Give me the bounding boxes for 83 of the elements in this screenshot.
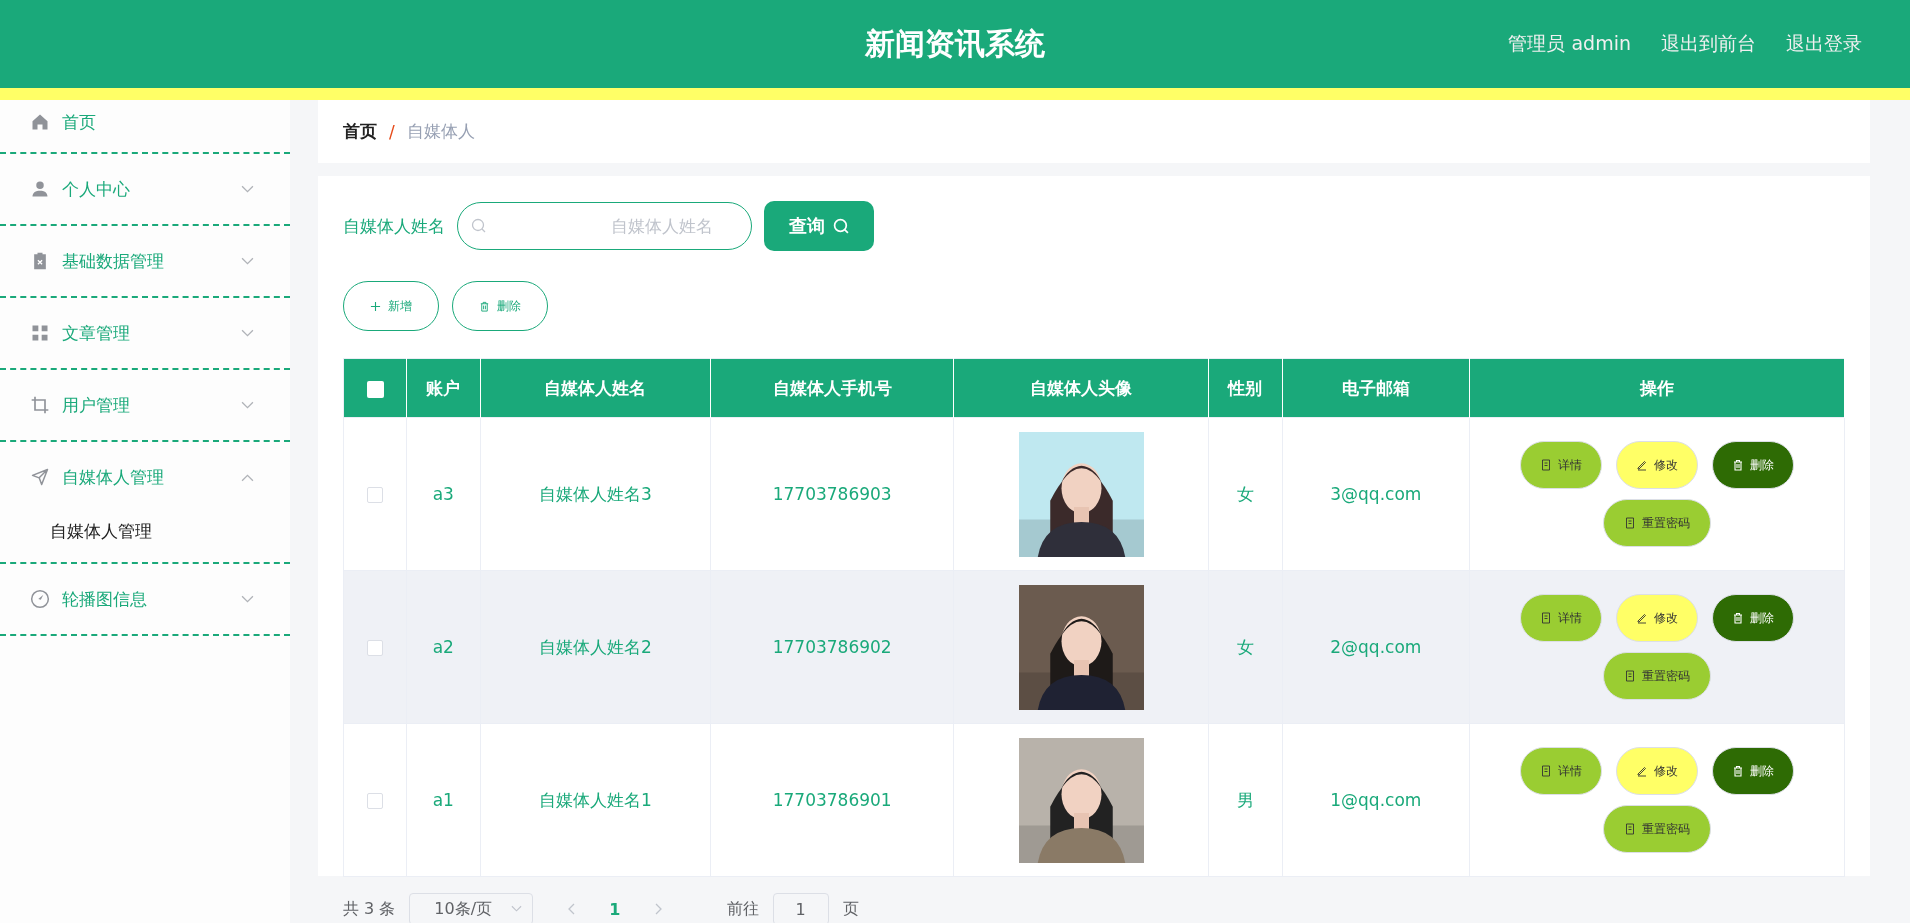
send-icon bbox=[30, 467, 50, 487]
menu-item[interactable]: 基础数据管理 bbox=[0, 226, 290, 296]
table-header-cell: 性别 bbox=[1208, 358, 1283, 418]
edit-button[interactable]: 修改 bbox=[1616, 594, 1698, 642]
document-icon bbox=[1540, 459, 1552, 471]
next-page-icon[interactable] bbox=[654, 903, 663, 915]
home-icon bbox=[30, 112, 50, 132]
add-button[interactable]: 新增 bbox=[343, 281, 439, 331]
reset-password-button[interactable]: 重置密码 bbox=[1603, 805, 1711, 853]
pencil-icon bbox=[1636, 459, 1648, 471]
chevron-down-icon bbox=[511, 905, 523, 913]
detail-button[interactable]: 详情 bbox=[1520, 594, 1602, 642]
table-cell: 自媒体人姓名1 bbox=[480, 723, 711, 877]
table-cell: 1@qq.com bbox=[1282, 723, 1470, 877]
pencil-icon bbox=[1636, 612, 1648, 624]
previous-page-icon[interactable] bbox=[567, 903, 576, 915]
trash-icon bbox=[479, 300, 490, 312]
delete-button[interactable]: 删除 bbox=[1712, 747, 1794, 795]
page-size-select[interactable]: 10条/页 bbox=[409, 893, 534, 923]
grid-icon bbox=[30, 323, 50, 343]
table-header-cell: 操作 bbox=[1469, 358, 1845, 418]
search-icon bbox=[471, 218, 487, 234]
document-icon bbox=[1624, 517, 1636, 529]
table-header-cell: 电子邮箱 bbox=[1282, 358, 1470, 418]
table-header-cell: 账户 bbox=[406, 358, 481, 418]
plus-icon bbox=[370, 300, 381, 312]
detail-button[interactable]: 详情 bbox=[1520, 747, 1602, 795]
trash-icon bbox=[1732, 765, 1744, 777]
menu-item[interactable]: 个人中心 bbox=[0, 154, 290, 224]
document-icon bbox=[1540, 765, 1552, 777]
table-cell: a1 bbox=[406, 723, 481, 877]
trash-icon bbox=[1732, 612, 1744, 624]
search-icon bbox=[832, 217, 850, 235]
table-cell: 17703786901 bbox=[710, 723, 954, 877]
page-input[interactable]: 1 bbox=[772, 893, 829, 923]
table-cell: 男 bbox=[1208, 723, 1283, 877]
goto-label: 前往 bbox=[726, 898, 759, 920]
delete-button[interactable]: 删除 bbox=[1712, 441, 1794, 489]
table-cell: 女 bbox=[1208, 417, 1283, 571]
table-cell: 3@qq.com bbox=[1282, 417, 1470, 571]
checkbox[interactable] bbox=[367, 487, 383, 503]
menu-item[interactable]: 轮播图信息 bbox=[0, 564, 290, 634]
page-unit-label: 页 bbox=[842, 898, 859, 920]
menu-item[interactable]: 文章管理 bbox=[0, 298, 290, 368]
search-label: 自媒体人姓名 bbox=[343, 214, 445, 238]
table-cell: 2@qq.com bbox=[1282, 570, 1470, 724]
menu-item[interactable]: 用户管理 bbox=[0, 370, 290, 440]
checkbox[interactable] bbox=[367, 640, 383, 656]
app-title: 新闻资讯系统 bbox=[865, 24, 1045, 63]
table-header-cell: 自媒体人头像 bbox=[953, 358, 1209, 418]
checkbox[interactable] bbox=[366, 380, 384, 398]
table-cell: a2 bbox=[406, 570, 481, 724]
table-header-cell: 自媒体人手机号 bbox=[710, 358, 954, 418]
search-field[interactable]: 自媒体人姓名 bbox=[457, 202, 752, 250]
breadcrumb-separator: / bbox=[389, 121, 395, 142]
document-icon bbox=[1624, 670, 1636, 682]
delete-button[interactable]: 删除 bbox=[452, 281, 548, 331]
delete-button[interactable]: 删除 bbox=[1712, 594, 1794, 642]
breadcrumb-current: 自媒体人 bbox=[406, 120, 475, 143]
table-cell: 自媒体人姓名3 bbox=[480, 417, 711, 571]
table-cell: 女 bbox=[1208, 570, 1283, 724]
total-count: 共 3 条 bbox=[343, 898, 396, 920]
table-cell: 17703786902 bbox=[710, 570, 954, 724]
pencil-icon bbox=[1636, 765, 1648, 777]
table-cell: 自媒体人姓名2 bbox=[480, 570, 711, 724]
reset-password-button[interactable]: 重置密码 bbox=[1603, 499, 1711, 547]
crop-icon bbox=[30, 395, 50, 415]
checkbox[interactable] bbox=[367, 793, 383, 809]
menu-item[interactable]: 首页 bbox=[0, 100, 290, 152]
table-cell: a3 bbox=[406, 417, 481, 571]
edit-button[interactable]: 修改 bbox=[1616, 747, 1698, 795]
reset-password-button[interactable]: 重置密码 bbox=[1603, 652, 1711, 700]
user-icon bbox=[30, 179, 50, 199]
trash-icon bbox=[1732, 459, 1744, 471]
edit-button[interactable]: 修改 bbox=[1616, 441, 1698, 489]
breadcrumb-link[interactable]: 首页 bbox=[343, 120, 377, 143]
document-icon bbox=[1624, 823, 1636, 835]
compass-icon bbox=[30, 589, 50, 609]
document-icon bbox=[1540, 612, 1552, 624]
detail-button[interactable]: 详情 bbox=[1520, 441, 1602, 489]
search-button[interactable]: 查询 bbox=[764, 201, 874, 251]
table-cell: 17703786903 bbox=[710, 417, 954, 571]
table-header-cell: 自媒体人姓名 bbox=[480, 358, 711, 418]
